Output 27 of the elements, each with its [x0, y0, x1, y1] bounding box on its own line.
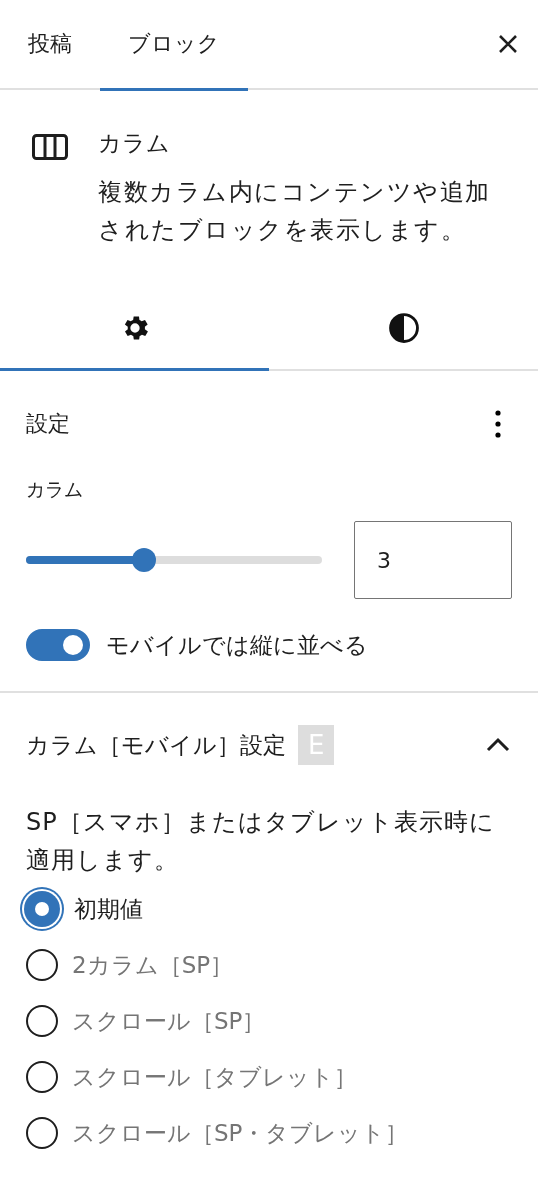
radio-button[interactable] [26, 949, 58, 981]
radio-button[interactable] [26, 1117, 58, 1149]
radio-option[interactable]: スクロール［タブレット］ [20, 1049, 518, 1105]
more-icon [495, 410, 501, 438]
number-field[interactable]: 3 [354, 521, 512, 599]
radio-option[interactable]: スクロール［SP・タブレット］ [20, 1105, 518, 1161]
radio-option[interactable]: スクロール［SP］ [20, 993, 518, 1049]
close-icon [498, 34, 518, 54]
radio-option[interactable]: 2カラム［SP］ [20, 937, 518, 993]
radio-button[interactable] [24, 891, 60, 927]
radio-button[interactable] [26, 1005, 58, 1037]
panel-description: SP［スマホ］またはタブレット表示時に適用します。 [25, 807, 496, 876]
contrast-icon [386, 310, 421, 345]
panel-title: カラム［モバイル］設定 [26, 730, 286, 760]
radio-option[interactable]: 初期値 [20, 881, 518, 937]
block-title: カラム [98, 129, 171, 158]
block-description: 複数カラム内にコンテンツや追加されたブロックを表示します。 [98, 177, 492, 246]
toggle-label: モバイルでは縦に並べる [106, 630, 368, 660]
columns-icon [32, 134, 68, 160]
tab[interactable]: ブロック [100, 0, 248, 91]
toggle-switch[interactable] [26, 629, 90, 661]
radio-button[interactable] [26, 1061, 58, 1093]
slider[interactable] [26, 548, 322, 572]
field-label: カラム [26, 477, 84, 502]
tab[interactable]: 投稿 [0, 0, 100, 91]
slider-thumb[interactable] [132, 548, 157, 572]
panel-title: 設定 [26, 410, 70, 438]
